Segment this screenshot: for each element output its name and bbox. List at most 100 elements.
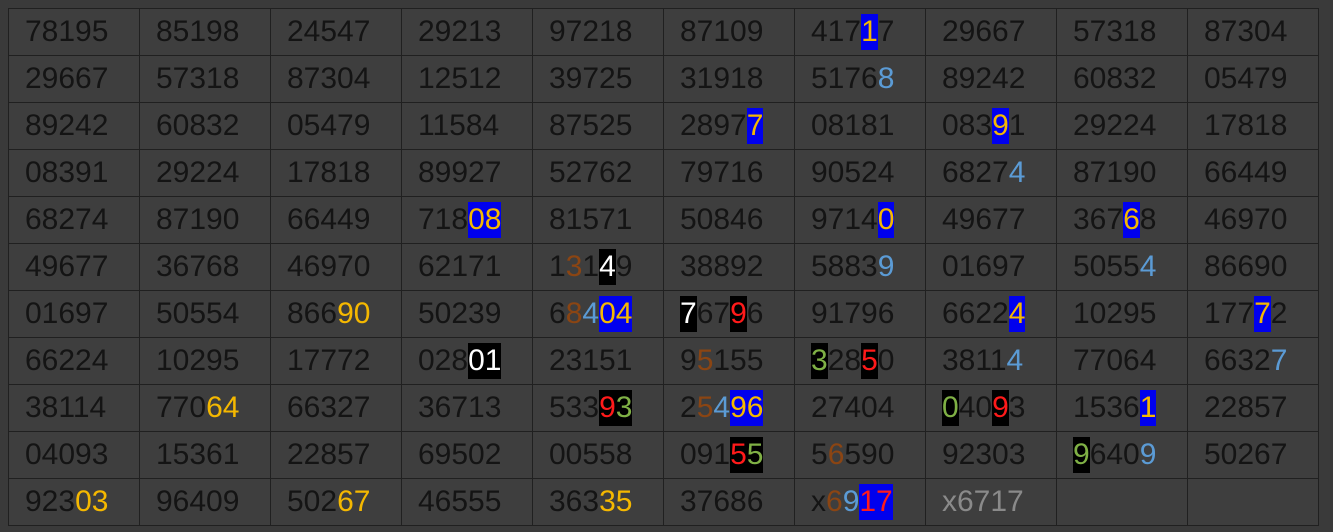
digit-segment: 62171 — [418, 250, 502, 283]
digit-segment: 00558 — [549, 438, 633, 471]
digit-segment: x — [811, 485, 826, 518]
grid-cell: 08391 — [925, 102, 1057, 150]
highlighted-digit: 9 — [599, 390, 616, 426]
highlighted-digit: 6 — [1123, 202, 1140, 238]
grid-cell: 87525 — [532, 102, 664, 150]
digit-segment: 05479 — [287, 109, 371, 142]
digit-segment: 5055 — [1073, 250, 1140, 283]
grid-cell: 87190 — [1056, 149, 1188, 197]
grid-cell: 04093 — [925, 384, 1057, 432]
grid-row: 92303 96409 50267 46555 36335 37686 x6917 x6717 — [8, 478, 1319, 526]
digit-segment: 90524 — [811, 156, 895, 189]
highlighted-digit: 4 — [599, 249, 616, 285]
grid-cell: 96409 — [139, 478, 271, 526]
digit-segment: 22857 — [1204, 391, 1288, 424]
digit-segment: 590 — [844, 438, 895, 471]
grid-cell: 58839 — [794, 243, 926, 291]
grid-row: 08391 29224 17818 89927 52762 79716 90524 68274… — [8, 149, 1319, 197]
digit-segment: 5883 — [811, 250, 878, 283]
grid-cell: 53393 — [532, 384, 664, 432]
grid-cell: 38114 — [8, 384, 140, 432]
highlighted-digit: 5 — [746, 437, 764, 473]
grid-cell: 05479 — [270, 102, 402, 150]
digit-segment: 89242 — [942, 62, 1026, 95]
digit-segment: 1 — [1008, 109, 1026, 142]
grid-cell: 09155 — [663, 431, 795, 479]
grid-cell: 91796 — [794, 290, 926, 338]
grid-cell: 50267 — [270, 478, 402, 526]
grid-cell — [1187, 478, 1319, 526]
digit-segment: 6 — [549, 297, 566, 330]
grid-cell: 10295 — [1056, 290, 1188, 338]
digit-segment: 8 — [565, 297, 583, 330]
digit-segment: 6 — [826, 485, 843, 518]
grid-cell: 29224 — [1056, 102, 1188, 150]
digit-segment: 66449 — [1204, 156, 1288, 189]
digit-segment: 177 — [1204, 297, 1255, 330]
digit-segment: 3 — [1008, 391, 1026, 424]
digit-segment: 6 — [746, 297, 764, 330]
grid-cell: 62171 — [401, 243, 533, 291]
digit-segment: 9 — [877, 250, 895, 283]
digit-segment: 17818 — [1204, 109, 1288, 142]
grid-cell: 77064 — [1056, 337, 1188, 385]
digit-segment: 38892 — [680, 250, 764, 283]
grid-cell: 60832 — [1056, 55, 1188, 103]
grid-cell: 81571 — [532, 196, 664, 244]
digit-segment: 05479 — [1204, 62, 1288, 95]
digit-segment: 46970 — [287, 250, 371, 283]
digit-segment: 38114 — [25, 391, 107, 424]
grid-cell: 71808 — [401, 196, 533, 244]
digit-segment: 49677 — [942, 203, 1026, 236]
grid-row: 49677 36768 46970 62171 13149 38892 58839 01697… — [8, 243, 1319, 291]
digit-segment: 28 — [827, 344, 862, 377]
digit-segment: 3811 — [942, 344, 1007, 377]
grid-cell: 15361 — [1056, 384, 1188, 432]
digit-segment: 5 — [696, 344, 714, 377]
grid-row: 04093 15361 22857 69502 00558 09155 56590 92303… — [8, 431, 1319, 479]
grid-cell: 32850 — [794, 337, 926, 385]
grid-cell: 89927 — [401, 149, 533, 197]
digit-segment: 31918 — [680, 62, 764, 95]
digit-segment: 9 — [615, 250, 633, 283]
grid-cell: 78195 — [8, 8, 140, 56]
digit-segment: 90 — [337, 297, 371, 330]
grid-cell: 37686 — [663, 478, 795, 526]
highlighted-digit: 01 — [468, 343, 502, 379]
grid-cell: 36335 — [532, 478, 664, 526]
highlighted-digit: 9 — [1073, 437, 1090, 473]
digit-segment: 12512 — [418, 62, 502, 95]
grid-cell: 92303 — [8, 478, 140, 526]
grid-cell: 86690 — [1187, 243, 1319, 291]
grid-cell — [1056, 478, 1188, 526]
grid-cell: 87304 — [270, 55, 402, 103]
digit-segment: 2 — [680, 391, 697, 424]
digit-segment: 50267 — [1204, 438, 1288, 471]
digit-segment: 68274 — [25, 203, 109, 236]
digit-segment: 08391 — [25, 156, 109, 189]
digit-segment: 67 — [337, 485, 371, 518]
grid-cell: 49677 — [8, 243, 140, 291]
digit-segment: 1 — [549, 250, 566, 283]
grid-cell: 29224 — [139, 149, 271, 197]
grid-cell: 68274 — [8, 196, 140, 244]
digit-segment: 87190 — [156, 203, 240, 236]
digit-segment: 29667 — [25, 62, 109, 95]
digit-segment: 87109 — [680, 15, 764, 48]
grid-cell: 29667 — [925, 8, 1057, 56]
grid-cell: 50554 — [1056, 243, 1188, 291]
grid-cell: 68274 — [925, 149, 1057, 197]
digit-segment: 97218 — [549, 15, 633, 48]
digit-segment: 502 — [287, 485, 338, 518]
grid-cell: 08181 — [794, 102, 926, 150]
grid-row: 01697 50554 86690 50239 68404 76796 91796 66224… — [8, 290, 1319, 338]
digit-segment: 091 — [680, 438, 731, 471]
grid-cell: 77064 — [139, 384, 271, 432]
digit-segment: x6717 — [942, 485, 1024, 518]
digit-segment: 718 — [418, 203, 469, 236]
grid-cell: 17818 — [1187, 102, 1319, 150]
grid-cell: 38892 — [663, 243, 795, 291]
highlighted-digit: 3 — [811, 343, 828, 379]
digit-segment: 24547 — [287, 15, 371, 48]
digit-segment: 4 — [1139, 250, 1157, 283]
